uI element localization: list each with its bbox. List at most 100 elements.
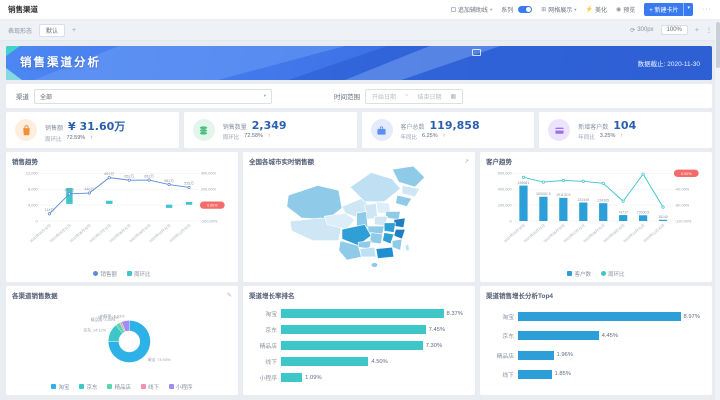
svg-text:200.00%: 200.00% [201, 188, 217, 192]
kebab-menu-icon[interactable]: ⋮ [706, 27, 712, 34]
china-map[interactable] [249, 166, 469, 278]
tab-display-mode[interactable]: 表现形态 [8, 26, 32, 35]
svg-text:445661: 445661 [518, 181, 530, 185]
zoom-in-button[interactable]: + [695, 27, 699, 34]
coins-icon [193, 119, 215, 141]
toggle-on-icon[interactable] [518, 6, 532, 13]
svg-text:淘宝: 74.93%: 淘宝: 74.93% [148, 357, 171, 362]
svg-text:305002.5: 305002.5 [536, 192, 551, 196]
bar-row[interactable]: 精品店1.96% [488, 351, 700, 360]
bar[interactable] [281, 325, 426, 334]
chevron-down-icon: ▾ [574, 7, 576, 13]
bar-row[interactable]: 线下4.50% [251, 357, 463, 366]
legend-item[interactable]: 小程序 [169, 383, 193, 391]
zoom-level[interactable]: 100% [661, 25, 688, 35]
bar[interactable] [518, 331, 599, 340]
refresh-icon: ⟳ [630, 27, 635, 34]
bar-row[interactable]: 淘宝8.97% [488, 312, 700, 321]
add-tab-button[interactable]: + [72, 27, 76, 34]
bar-value-label: 4.45% [602, 333, 618, 339]
bar[interactable] [518, 370, 552, 379]
bar-value-label: 8.37% [447, 311, 463, 317]
bar-row[interactable]: 精品店7.30% [251, 341, 463, 350]
legend-item[interactable]: 周环比 [601, 270, 625, 278]
channel-select[interactable]: 全部 ▾ [34, 89, 272, 104]
kpi-label: 新增客户数 [578, 122, 608, 131]
svg-text:74717: 74717 [618, 210, 628, 214]
page-title: 销售渠道 [8, 4, 38, 15]
svg-text:200,000: 200,000 [498, 203, 512, 207]
kpi-label: 销售额 [45, 123, 63, 132]
charts-row: 销售趋势 12,0008,0004,0000400.00%200.00%-200… [6, 152, 712, 282]
magic-icon: ⚡ [586, 6, 593, 13]
legend-item[interactable]: 线下 [141, 383, 159, 391]
toggle-knob [526, 7, 531, 12]
end-date-input[interactable]: 结束日期 [418, 92, 442, 101]
scrollbar-thumb[interactable] [716, 22, 720, 68]
bar-category-label: 淘宝 [251, 309, 277, 318]
bar-row[interactable]: 京东 4.45% [488, 331, 700, 340]
bar-category-label: 精品店 [488, 351, 514, 360]
panel-channel-share: 各渠道销售数据 ✎ 淘宝: 74.93%京东: 14.12%精品店: 3.55%… [6, 286, 238, 395]
legend-item[interactable]: 客户数 [567, 270, 591, 278]
kpi-sub: 周环比72.59%↑ [45, 135, 125, 143]
kpi-card-sales-amount: 销售额¥ 31.60万 周环比72.59%↑ [6, 112, 179, 148]
bar-category-label: 线下 [251, 357, 277, 366]
panel-title: 销售趋势 [12, 156, 38, 166]
date-range-picker[interactable]: 开始日期 ~ 结束日期 ▦ [365, 89, 463, 104]
svg-text:0.00%: 0.00% [207, 204, 218, 208]
new-card-button[interactable]: + 新建卡片 ▾ [644, 3, 693, 16]
toolbar-actions: 追加辅助线 ▾ 系列 ⊞ 网格展示 ▾ ⚡ 美化 ◉ 预览 + 新建卡片 [451, 3, 712, 16]
more-menu-button[interactable]: ··· [702, 6, 712, 13]
legend-item[interactable]: 销售额 [93, 270, 117, 278]
bar[interactable] [281, 373, 302, 382]
beautify-button[interactable]: ⚡ 美化 [586, 5, 608, 14]
channel-share-donut[interactable]: 淘宝: 74.93%京东: 14.12%精品店: 3.55%线下: 1.43%小… [12, 300, 232, 382]
bar[interactable] [281, 357, 368, 366]
panel-title: 全国各城市实时销售额 [249, 156, 314, 166]
up-arrow-icon: ↑ [90, 135, 93, 143]
tab-default[interactable]: 默认 [39, 24, 65, 37]
bar-category-label: 京东 [251, 325, 277, 334]
legend-item[interactable]: 周环比 [127, 270, 151, 278]
svg-text:446万: 446万 [84, 187, 94, 191]
bar[interactable] [518, 312, 681, 321]
tab-strip: 表现形态 默认 + [8, 24, 76, 37]
start-date-input[interactable]: 开始日期 [372, 92, 396, 101]
canvas-size-control[interactable]: ⟳ 300px [630, 27, 653, 34]
panel-title: 渠道销售增长分析Top4 [486, 290, 553, 300]
svg-text:72000.5: 72000.5 [637, 211, 650, 215]
channel-filter: 渠道 全部 ▾ [16, 89, 272, 104]
sales-trend-chart[interactable]: 12,0008,0004,0000400.00%200.00%-200.00%2… [12, 166, 232, 269]
series-toggle[interactable]: 系列 [501, 5, 532, 14]
grid-display-control[interactable]: ⊞ 网格展示 ▾ [541, 5, 576, 14]
bar-category-label: 淘宝 [488, 312, 514, 321]
bar[interactable] [518, 351, 554, 360]
kpi-label: 客户总数 [401, 122, 425, 131]
legend-item[interactable]: 精品店 [107, 383, 131, 391]
legend-item[interactable]: 京东 [79, 383, 97, 391]
calendar-icon: ▦ [451, 93, 457, 100]
banner-corner-accent [6, 46, 20, 56]
bar[interactable] [281, 341, 423, 350]
bar-category-label: 京东 [488, 331, 514, 340]
bar[interactable] [281, 309, 444, 318]
bar-row[interactable]: 小程序1.09% [251, 373, 463, 382]
customer-trend-chart[interactable]: 600,000400,000200,0000-40.00%-80.00%-120… [486, 166, 706, 269]
edit-pencil-icon[interactable]: ✎ [227, 292, 232, 299]
preview-button[interactable]: ◉ 预览 [616, 5, 635, 14]
aux-line-control[interactable]: 追加辅助线 ▾ [451, 5, 492, 14]
kpi-label: 销售数量 [223, 122, 247, 131]
growth-top4-chart[interactable]: 淘宝8.97% 京东 4.45% 精品店1.96% 线下1.85% [486, 300, 706, 391]
growth-rank-chart[interactable]: 淘宝 8.37% 京东 7.45% 精品店7.30% 线下4.50% 小程序1.09% [249, 300, 469, 391]
bar-value-label: 7.45% [429, 327, 445, 333]
dashboard-banner: 销售渠道分析 数据截止: 2020-11-30 [6, 46, 712, 80]
bar-row[interactable]: 淘宝 8.37% [251, 309, 463, 318]
bar-row[interactable]: 线下1.85% [488, 370, 700, 379]
legend-item[interactable]: 淘宝 [51, 383, 69, 391]
banner-widget-icon [472, 49, 481, 56]
window-scrollbar[interactable] [715, 20, 720, 400]
expand-icon[interactable]: ↗ [464, 158, 469, 165]
chevron-down-icon[interactable]: ▾ [683, 3, 693, 16]
bar-row[interactable]: 京东 7.45% [251, 325, 463, 334]
